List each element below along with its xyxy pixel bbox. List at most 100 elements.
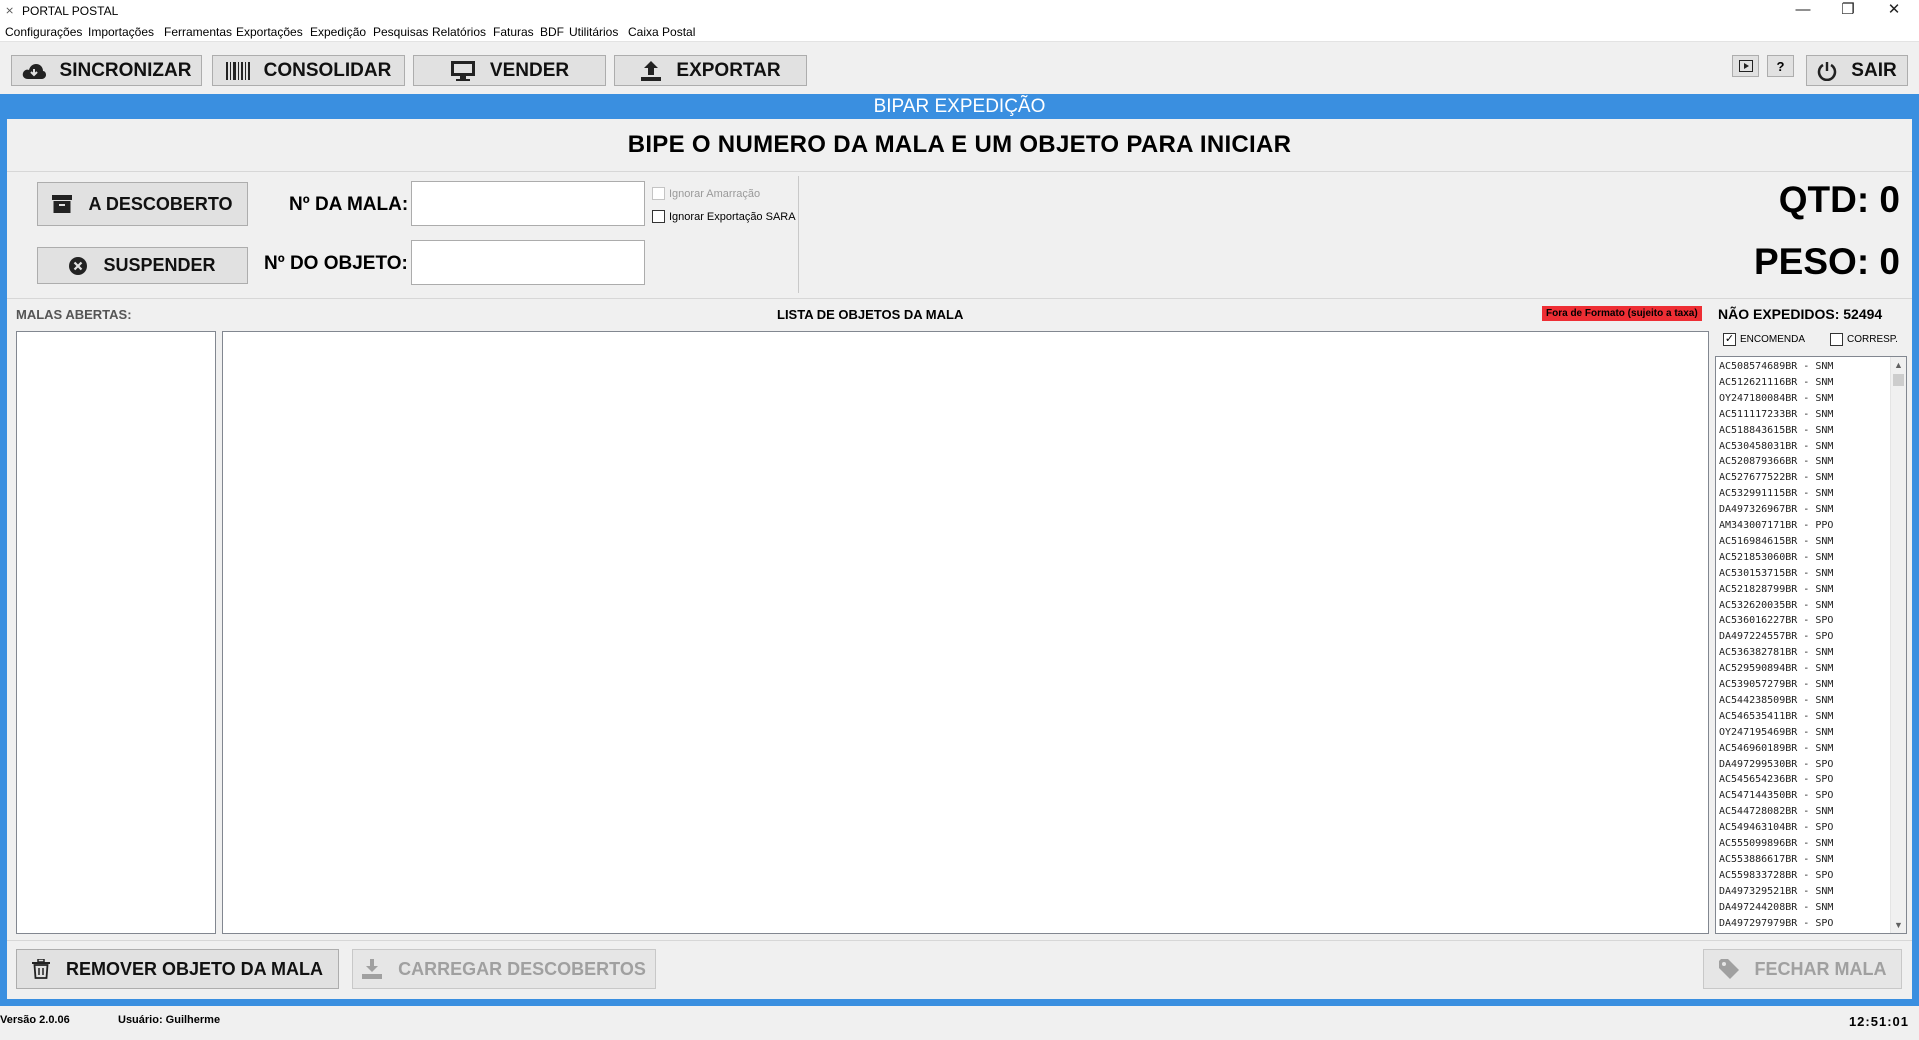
nao-expedidos-count: NÃO EXPEDIDOS: 52494	[1718, 306, 1883, 322]
list-item[interactable]: AC544238509BR - SNM	[1719, 693, 1833, 709]
mala-input[interactable]	[411, 181, 645, 226]
list-item[interactable]: AC539057279BR - SNM	[1719, 677, 1833, 693]
list-item[interactable]: AC547144350BR - SPO	[1719, 788, 1833, 804]
objeto-input[interactable]	[411, 240, 645, 285]
menu-importacoes[interactable]: Importações	[88, 25, 154, 39]
scroll-down-icon[interactable]: ▼	[1891, 917, 1906, 933]
list-item[interactable]: AC530153715BR - SNM	[1719, 566, 1833, 582]
list-item[interactable]: OY247195469BR - SNM	[1719, 725, 1833, 741]
menu-pesquisas[interactable]: Pesquisas	[373, 25, 428, 39]
list-item[interactable]: AM343007171BR - PPO	[1719, 518, 1833, 534]
menu-relatorios[interactable]: Relatórios	[432, 25, 486, 39]
list-item[interactable]: AC546960189BR - SNM	[1719, 741, 1833, 757]
menu-configuracoes[interactable]: Configurações	[5, 25, 82, 39]
list-item[interactable]: AC555099896BR - SNM	[1719, 836, 1833, 852]
vender-label: VENDER	[489, 59, 570, 81]
list-item[interactable]: DA497326967BR - SNM	[1719, 502, 1833, 518]
exportar-button[interactable]: EXPORTAR	[614, 55, 807, 86]
exportar-label: EXPORTAR	[676, 59, 781, 81]
barcode-icon	[225, 61, 250, 80]
list-item[interactable]: AC521828799BR - SNM	[1719, 582, 1833, 598]
consolidar-button[interactable]: CONSOLIDAR	[212, 55, 405, 86]
play-box-icon	[1738, 60, 1753, 72]
scroll-up-icon[interactable]: ▲	[1891, 357, 1906, 373]
menu-bdf[interactable]: BDF	[540, 25, 564, 39]
list-item[interactable]: AC532991115BR - SNM	[1719, 486, 1833, 502]
list-item[interactable]: DA497297979BR - SPO	[1719, 916, 1833, 932]
a-descoberto-button[interactable]: A DESCOBERTO	[37, 182, 248, 226]
list-item[interactable]: AC549463104BR - SPO	[1719, 820, 1833, 836]
list-item[interactable]: AC546535411BR - SNM	[1719, 709, 1833, 725]
divider	[798, 176, 799, 293]
list-item[interactable]: AC544728082BR - SNM	[1719, 804, 1833, 820]
list-item[interactable]: DA497224557BR - SPO	[1719, 629, 1833, 645]
monitor-icon	[450, 60, 475, 81]
menu-faturas[interactable]: Faturas	[493, 25, 534, 39]
list-item[interactable]: AC530458031BR - SNM	[1719, 439, 1833, 455]
list-item[interactable]: AC536016227BR - SPO	[1719, 613, 1833, 629]
power-icon	[1818, 61, 1837, 81]
qtd-value: QTD: 0	[1778, 179, 1900, 220]
close-button[interactable]: ✕	[1872, 0, 1916, 22]
cloud-download-icon	[22, 63, 46, 79]
list-item[interactable]: AC559833728BR - SPO	[1719, 868, 1833, 884]
menu-ferramentas[interactable]: Ferramentas	[164, 25, 232, 39]
menu-caixa-postal[interactable]: Caixa Postal	[628, 25, 695, 39]
close-circle-icon	[69, 256, 88, 275]
upload-icon	[641, 60, 662, 81]
remover-objeto-button[interactable]: REMOVER OBJETO DA MALA	[16, 949, 339, 989]
sincronizar-button[interactable]: SINCRONIZAR	[11, 55, 202, 86]
list-item[interactable]: AC508574689BR - SNM	[1719, 359, 1833, 375]
lista-objetos-label: LISTA DE OBJETOS DA MALA	[777, 307, 964, 322]
menu-bar: Configurações Importações Ferramentas Ex…	[0, 22, 1919, 42]
fechar-mala-button[interactable]: FECHAR MALA	[1703, 949, 1902, 989]
list-item[interactable]: DA497244208BR - SNM	[1719, 900, 1833, 916]
list-item[interactable]: DA497329521BR - SNM	[1719, 884, 1833, 900]
malas-abertas-label: MALAS ABERTAS:	[16, 307, 132, 322]
menu-expedicao[interactable]: Expedição	[310, 25, 366, 39]
list-item[interactable]: AC545654236BR - SPO	[1719, 772, 1833, 788]
divider	[7, 940, 1912, 941]
clock-text: 12:51:01	[1848, 1014, 1909, 1029]
scrollbar[interactable]: ▲ ▼	[1890, 357, 1906, 933]
menu-utilitarios[interactable]: Utilitários	[569, 25, 618, 39]
restore-button[interactable]: ❐	[1826, 0, 1870, 22]
list-item[interactable]: AC529590894BR - SNM	[1719, 661, 1833, 677]
list-item[interactable]: AC527677522BR - SNM	[1719, 470, 1833, 486]
media-button[interactable]	[1732, 55, 1759, 77]
ignorar-amarracao-checkbox[interactable]: Ignorar Amarração	[652, 187, 760, 200]
list-item[interactable]: AC553886617BR - SNM	[1719, 852, 1833, 868]
help-button[interactable]: ?	[1767, 55, 1794, 77]
malas-abertas-list[interactable]	[16, 331, 216, 934]
app-icon: ⨯	[5, 5, 15, 17]
list-item[interactable]: AC516984615BR - SNM	[1719, 534, 1833, 550]
list-item[interactable]: AC521853060BR - SNM	[1719, 550, 1833, 566]
carregar-descobertos-button[interactable]: CARREGAR DESCOBERTOS	[352, 949, 656, 989]
nao-expedidos-list[interactable]: AC508574689BR - SNM AC512621116BR - SNM OY…	[1715, 356, 1907, 934]
sair-button[interactable]: SAIR	[1806, 55, 1908, 86]
list-item[interactable]: AC520879366BR - SNM	[1719, 454, 1833, 470]
corresp-checkbox[interactable]: CORRESP.	[1830, 333, 1898, 346]
menu-exportacoes[interactable]: Exportações	[236, 25, 303, 39]
encomenda-checkbox[interactable]: ✓ ENCOMENDA	[1723, 333, 1805, 346]
vender-button[interactable]: VENDER	[413, 55, 606, 86]
divider	[7, 171, 1912, 172]
ignorar-exportacao-checkbox[interactable]: Ignorar Exportação SARA	[652, 210, 796, 223]
list-item[interactable]: OY247180084BR - SNM	[1719, 391, 1833, 407]
list-item[interactable]: AC536382781BR - SNM	[1719, 645, 1833, 661]
checkbox-box	[652, 187, 665, 200]
checkbox-box	[652, 210, 665, 223]
suspender-button[interactable]: SUSPENDER	[37, 247, 248, 284]
scroll-thumb[interactable]	[1893, 374, 1904, 386]
minimize-button[interactable]: —	[1781, 0, 1825, 22]
list-item[interactable]: DA497299530BR - SPO	[1719, 757, 1833, 773]
list-item[interactable]: AC518843615BR - SNM	[1719, 423, 1833, 439]
objetos-mala-list[interactable]	[222, 331, 1709, 934]
tag-icon	[1718, 959, 1739, 979]
list-item[interactable]: AC512621116BR - SNM	[1719, 375, 1833, 391]
list-item[interactable]: AC532620035BR - SNM	[1719, 598, 1833, 614]
list-item[interactable]: AC511117233BR - SNM	[1719, 407, 1833, 423]
checkbox-box: ✓	[1723, 333, 1736, 346]
title-bar: ⨯ PORTAL POSTAL — ❐ ✕	[0, 0, 1919, 22]
headline: BIPE O NUMERO DA MALA E UM OBJETO PARA I…	[627, 131, 1292, 158]
